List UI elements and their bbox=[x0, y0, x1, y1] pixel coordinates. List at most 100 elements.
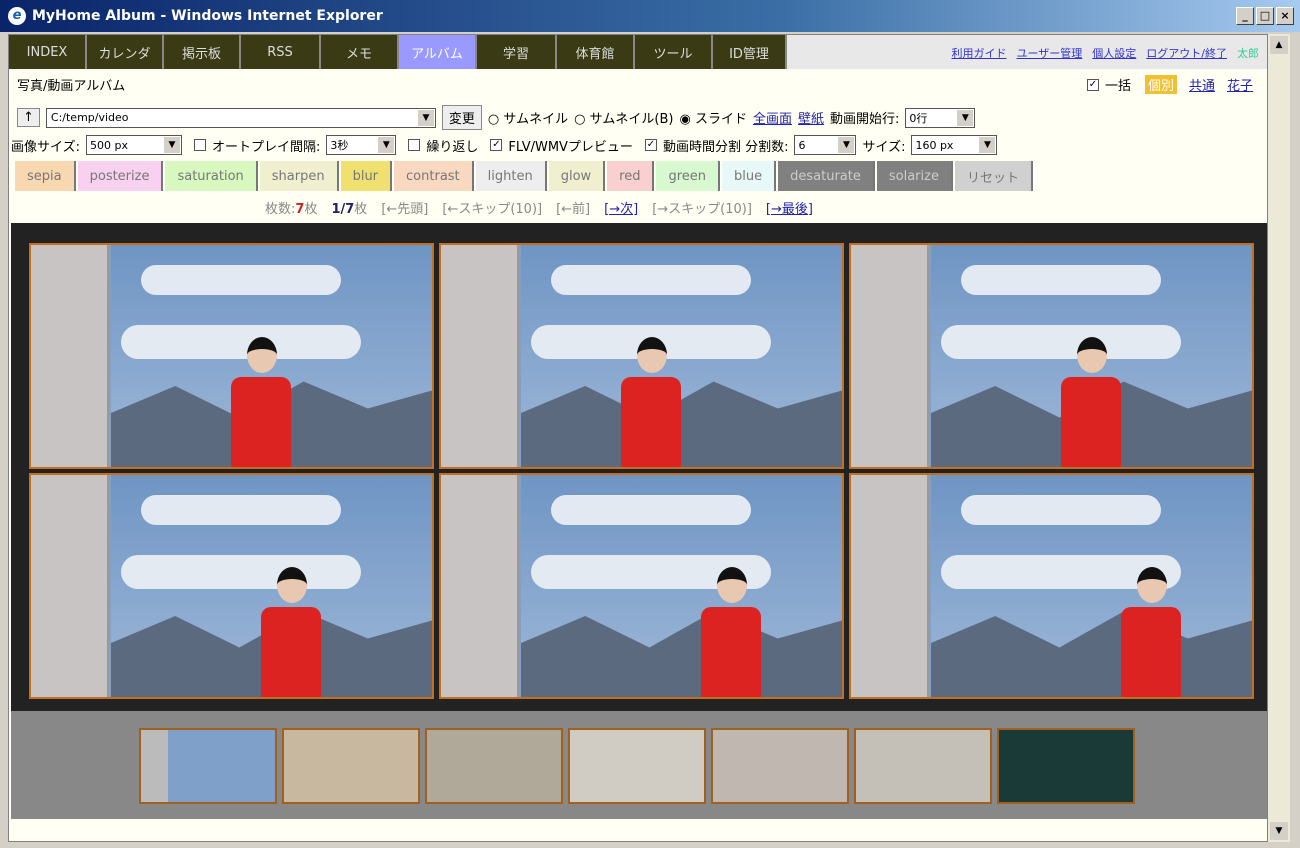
slide-frame[interactable] bbox=[29, 243, 434, 469]
start-row-value: 0行 bbox=[909, 111, 928, 125]
effect-button-sepia[interactable]: sepia bbox=[15, 161, 76, 191]
scroll-up-icon[interactable]: ▲ bbox=[1270, 36, 1288, 54]
radio-thumb-b[interactable]: ○ サムネイル(B) bbox=[574, 108, 673, 127]
slide-frame[interactable] bbox=[849, 243, 1254, 469]
thumbnail[interactable] bbox=[568, 728, 706, 804]
slide-frame[interactable] bbox=[849, 473, 1254, 699]
autoplay-select[interactable]: 3秒 bbox=[326, 135, 397, 155]
person bbox=[1111, 567, 1191, 697]
effect-button-green[interactable]: green bbox=[656, 161, 721, 191]
position-unit: 枚 bbox=[354, 202, 368, 217]
effect-button-sharpen[interactable]: sharpen bbox=[259, 161, 339, 191]
maximize-button[interactable]: □ bbox=[1256, 7, 1274, 25]
effect-button-lighten[interactable]: lighten bbox=[475, 161, 547, 191]
tab-board[interactable]: 掲示板 bbox=[164, 35, 241, 69]
prev-button[interactable]: [←前] bbox=[556, 198, 590, 217]
close-button[interactable]: × bbox=[1276, 7, 1294, 25]
slide-frame[interactable] bbox=[29, 473, 434, 699]
slide-frame[interactable] bbox=[439, 243, 844, 469]
fullscreen-link[interactable]: 全画面 bbox=[753, 108, 792, 127]
wall bbox=[31, 475, 109, 697]
thumbnail[interactable] bbox=[282, 728, 420, 804]
split-select[interactable]: 6 bbox=[794, 135, 857, 155]
repeat-checkbox[interactable] bbox=[408, 139, 421, 151]
split-checkbox[interactable]: ✓ bbox=[644, 139, 657, 151]
tab-rss[interactable]: RSS bbox=[241, 35, 321, 69]
count-unit: 枚 bbox=[304, 202, 318, 217]
link-logout[interactable]: ログアウト/終了 bbox=[1146, 45, 1227, 61]
scope-individual[interactable]: 個別 bbox=[1144, 75, 1177, 94]
first-button[interactable]: [←先頭] bbox=[381, 198, 428, 217]
wall bbox=[851, 245, 929, 467]
thumbnail[interactable] bbox=[854, 728, 992, 804]
start-row-select[interactable]: 0行 bbox=[905, 107, 976, 128]
cloud bbox=[961, 265, 1161, 295]
effect-button-blue[interactable]: blue bbox=[722, 161, 777, 191]
thumbnail[interactable] bbox=[425, 728, 563, 804]
effect-button-desaturate[interactable]: desaturate bbox=[778, 161, 875, 191]
thumbnail-strip bbox=[11, 711, 1267, 819]
size-label: 画像サイズ: bbox=[11, 139, 80, 155]
tab-calendar[interactable]: カレンダ bbox=[87, 35, 164, 69]
size-value: 500 px bbox=[90, 138, 128, 152]
skip-forward-button[interactable]: [→スキップ(10)] bbox=[652, 198, 752, 217]
options-row: 画像サイズ: 500 px オートプレイ間隔: 3秒 繰り返し ✓ FLV/WM… bbox=[11, 135, 998, 155]
scope-hanako[interactable]: 花子 bbox=[1227, 75, 1253, 94]
wallpaper-link[interactable]: 壁紙 bbox=[798, 108, 824, 127]
position-value: 1/7 bbox=[331, 202, 355, 217]
path-input[interactable]: C:/temp/video bbox=[45, 107, 436, 128]
tab-tools[interactable]: ツール bbox=[635, 35, 713, 69]
effect-button-saturation[interactable]: saturation bbox=[165, 161, 258, 191]
thumbnail[interactable] bbox=[997, 728, 1135, 804]
size-select[interactable]: 500 px bbox=[86, 135, 182, 155]
tab-memo[interactable]: メモ bbox=[321, 35, 399, 69]
effect-button-solarize[interactable]: solarize bbox=[876, 161, 953, 191]
effect-button-blur[interactable]: blur bbox=[340, 161, 393, 191]
effect-button-contrast[interactable]: contrast bbox=[394, 161, 474, 191]
autoplay-checkbox[interactable] bbox=[194, 139, 206, 151]
tab-gym[interactable]: 体育館 bbox=[557, 35, 635, 69]
thumb-size-select[interactable]: 160 px bbox=[911, 135, 998, 155]
last-button[interactable]: [→最後] bbox=[766, 198, 813, 217]
minimize-button[interactable]: _ bbox=[1236, 7, 1254, 25]
tab-study[interactable]: 学習 bbox=[477, 35, 557, 69]
tab-id[interactable]: ID管理 bbox=[713, 35, 787, 69]
link-settings[interactable]: 個人設定 bbox=[1092, 45, 1136, 61]
start-row-label: 動画開始行: bbox=[829, 112, 900, 127]
radio-thumb[interactable]: ○ サムネイル bbox=[488, 108, 568, 127]
pager: 枚数:7枚 1/7枚 [←先頭] [←スキップ(10)] [←前] [→次] [… bbox=[265, 198, 813, 217]
effect-button-リセット[interactable]: リセット bbox=[954, 161, 1033, 191]
flv-checkbox[interactable]: ✓ bbox=[490, 139, 503, 151]
next-button[interactable]: [→次] bbox=[604, 198, 638, 217]
effect-button-posterize[interactable]: posterize bbox=[77, 161, 164, 191]
person bbox=[251, 567, 331, 697]
person bbox=[691, 567, 771, 697]
up-button[interactable]: ↑ bbox=[17, 108, 40, 127]
wall bbox=[31, 245, 109, 467]
position: 1/7枚 bbox=[331, 198, 367, 217]
tab-album[interactable]: アルバム bbox=[399, 35, 477, 69]
scope-common[interactable]: 共通 bbox=[1189, 75, 1215, 94]
page-title: 写真/動画アルバム bbox=[17, 79, 126, 94]
title-bar: e MyHome Album - Windows Internet Explor… bbox=[0, 0, 1300, 32]
all-checkbox[interactable]: ✓ bbox=[1086, 78, 1099, 91]
slide-frame[interactable] bbox=[439, 473, 844, 699]
scroll-down-icon[interactable]: ▼ bbox=[1270, 822, 1288, 840]
thumbnail[interactable] bbox=[711, 728, 849, 804]
wall bbox=[851, 475, 929, 697]
change-button[interactable]: 変更 bbox=[441, 105, 482, 130]
flv-label: FLV/WMVプレビュー bbox=[508, 139, 633, 155]
thumbnail[interactable] bbox=[139, 728, 277, 804]
person bbox=[221, 337, 301, 467]
main-nav: INDEX カレンダ 掲示板 RSS メモ アルバム 学習 体育館 ツール ID… bbox=[9, 35, 787, 69]
top-links: 利用ガイド ユーザー管理 個人設定 ログアウト/終了 太郎 bbox=[952, 45, 1260, 61]
effect-button-red[interactable]: red bbox=[607, 161, 655, 191]
scrollbar[interactable]: ▲ ▼ bbox=[1268, 34, 1290, 842]
radio-thumb-b-label: サムネイル(B) bbox=[589, 112, 674, 127]
link-users[interactable]: ユーザー管理 bbox=[1017, 45, 1083, 61]
tab-index[interactable]: INDEX bbox=[9, 35, 87, 69]
radio-slide[interactable]: ◉ スライド bbox=[679, 108, 747, 127]
effect-button-glow[interactable]: glow bbox=[548, 161, 606, 191]
link-guide[interactable]: 利用ガイド bbox=[952, 45, 1007, 61]
skip-back-button[interactable]: [←スキップ(10)] bbox=[442, 198, 542, 217]
